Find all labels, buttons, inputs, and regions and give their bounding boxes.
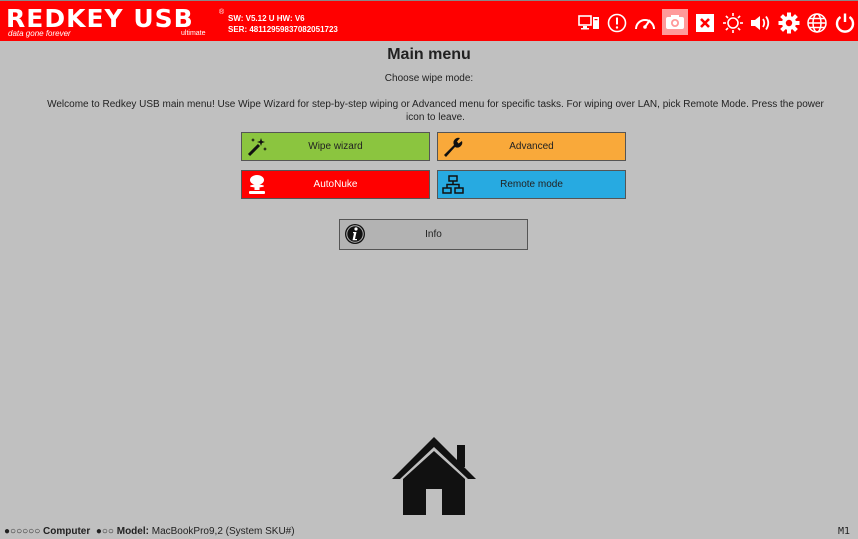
brightness-icon[interactable] <box>722 12 744 34</box>
volume-icon[interactable] <box>750 12 772 34</box>
welcome-text: Welcome to Redkey USB main menu! Use Wip… <box>47 99 824 123</box>
toolbar-icons <box>578 9 856 35</box>
close-box-icon[interactable] <box>694 12 716 34</box>
logo: REDKEY USB <box>6 4 194 33</box>
camera-icon[interactable] <box>662 9 688 35</box>
page-title: Main menu <box>387 46 471 63</box>
logo-edition: ultimate <box>181 30 206 37</box>
serial-number: SER: 48112959837082051723 <box>228 25 338 34</box>
mushroom-cloud-icon <box>246 174 268 196</box>
version-info: SW: V5.12 U HW: V6 SER: 4811295983708205… <box>228 13 338 35</box>
autonuke-button[interactable]: AutoNuke <box>241 170 430 199</box>
remote-mode-button[interactable]: Remote mode <box>437 170 626 199</box>
wrench-icon <box>442 136 464 158</box>
top-bar: REDKEY USB ® data gone forever ultimate … <box>0 0 858 41</box>
logo-tagline: data gone forever <box>8 29 71 38</box>
status-footer: ●○○○○○ Computer ●○○ Model: MacBookPro9,2… <box>4 526 295 537</box>
speedometer-icon[interactable] <box>634 12 656 34</box>
network-icon <box>442 174 464 196</box>
magic-wand-icon <box>246 136 268 158</box>
home-icon[interactable] <box>390 435 478 517</box>
computer-dots: ●○○○○○ <box>4 526 41 537</box>
page-subtitle: Choose wipe mode: <box>384 73 474 84</box>
info-label: Info <box>425 229 442 240</box>
advanced-button[interactable]: Advanced <box>437 132 626 161</box>
wipe-wizard-label: Wipe wizard <box>308 141 363 152</box>
alert-icon[interactable] <box>606 12 628 34</box>
globe-icon[interactable] <box>806 12 828 34</box>
computer-label: Computer <box>43 526 91 537</box>
autonuke-label: AutoNuke <box>313 179 358 190</box>
advanced-label: Advanced <box>509 141 554 152</box>
model-label: Model: <box>116 526 149 537</box>
logo-registered-mark: ® <box>219 9 225 16</box>
remote-mode-label: Remote mode <box>500 179 563 190</box>
gear-icon[interactable] <box>778 12 800 34</box>
model-dots: ●○○ <box>95 526 114 537</box>
monitor-icon[interactable] <box>578 12 600 34</box>
wipe-wizard-button[interactable]: Wipe wizard <box>241 132 430 161</box>
page-marker: M1 <box>837 526 850 537</box>
sw-hw-version: SW: V5.12 U HW: V6 <box>228 14 305 23</box>
info-icon <box>344 223 366 245</box>
info-button[interactable]: Info <box>339 219 528 250</box>
power-icon[interactable] <box>834 12 856 34</box>
model-value: MacBookPro9,2 (System SKU#) <box>151 526 295 537</box>
